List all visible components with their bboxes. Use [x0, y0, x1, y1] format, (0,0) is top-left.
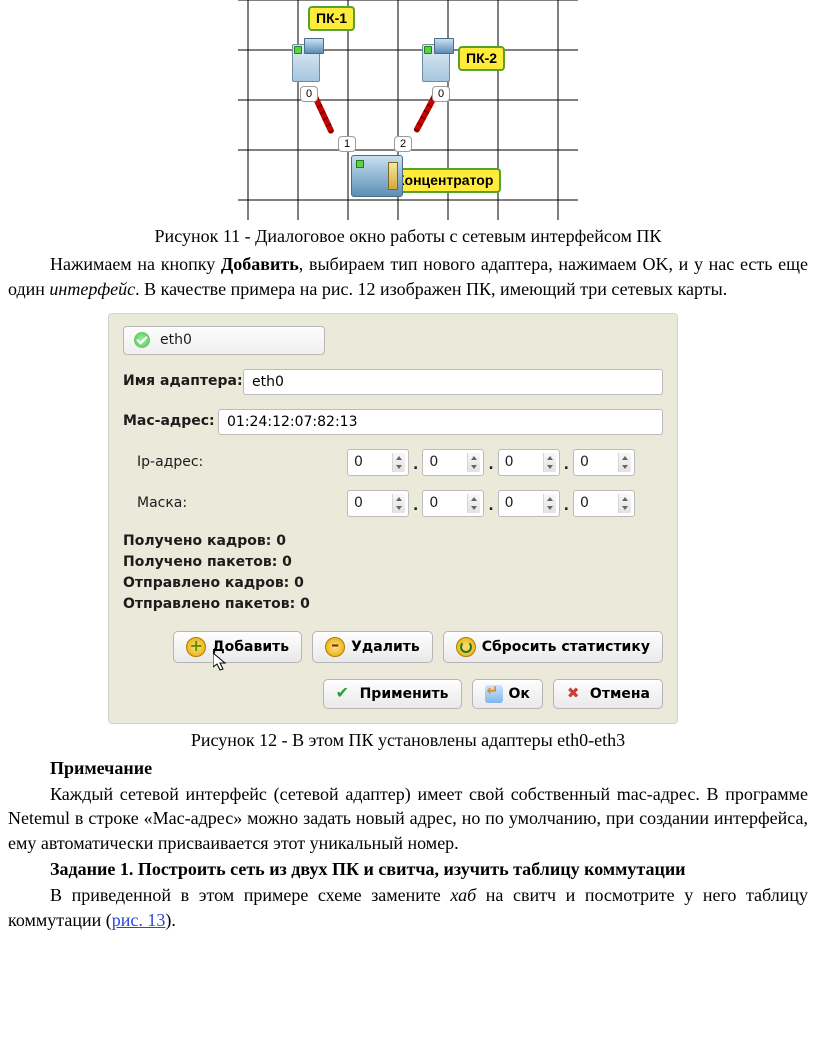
ok-icon: [485, 685, 503, 703]
text: В приведенной в этом примере схеме замен…: [50, 885, 450, 905]
cancel-icon: [566, 685, 584, 703]
task-body: В приведенной в этом примере схеме замен…: [8, 883, 808, 932]
check-icon: [134, 332, 150, 348]
add-button[interactable]: Добавить: [173, 631, 302, 663]
note-body: Каждый сетевой интерфейс (сетевой адапте…: [8, 782, 808, 855]
figure-11-network-diagram: ПК-1 ПК-2 Концентратор 0 0 1 2: [238, 0, 578, 220]
port-pc1: 0: [300, 86, 318, 102]
stat-packets-in: Получено пакетов: 0: [123, 552, 663, 573]
hub-label: Концентратор: [388, 168, 501, 193]
mac-input[interactable]: [218, 409, 663, 435]
mask-label: Маска:: [137, 494, 237, 513]
note-heading: Примечание: [8, 756, 808, 780]
text: ).: [165, 910, 176, 930]
pc1-icon: [288, 38, 324, 86]
button-label: Ок: [509, 686, 530, 702]
interface-dialog: eth0 Имя адаптера: Mac-адрес: Ip-адрес: …: [108, 313, 678, 724]
paragraph-1: Нажимаем на кнопку Добавить, выбираем ти…: [8, 252, 808, 301]
mask-octet-3[interactable]: 0: [498, 490, 560, 517]
port-hub-1: 1: [338, 136, 356, 152]
stat-frames-out: Отправлено кадров: 0: [123, 573, 663, 594]
tab-label: eth0: [160, 331, 192, 350]
ip-octet-3[interactable]: 0: [498, 449, 560, 476]
ip-label: Ip-адрес:: [137, 453, 237, 472]
adapter-name-label: Имя адаптера:: [123, 372, 243, 391]
port-hub-2: 2: [394, 136, 412, 152]
ip-octet-1[interactable]: 0: [347, 449, 409, 476]
text: Нажимаем на кнопку: [50, 254, 221, 274]
ip-octet-2[interactable]: 0: [422, 449, 484, 476]
cancel-button[interactable]: Отмена: [553, 679, 663, 709]
mask-octet-2[interactable]: 0: [422, 490, 484, 517]
button-label: Сбросить статистику: [482, 639, 650, 655]
figure-13-link[interactable]: рис. 13: [112, 910, 166, 930]
reset-stats-button[interactable]: Сбросить статистику: [443, 631, 663, 663]
figure-12-caption: Рисунок 12 - В этом ПК установлены адапт…: [8, 728, 808, 752]
mask-octet-1[interactable]: 0: [347, 490, 409, 517]
button-label: Отмена: [590, 686, 650, 702]
ok-button[interactable]: Ок: [472, 679, 543, 709]
text-bold: Добавить: [221, 254, 299, 274]
pc2-icon: [418, 38, 454, 86]
minus-icon: [325, 637, 345, 657]
stats-block: Получено кадров: 0 Получено пакетов: 0 О…: [123, 531, 663, 615]
stat-frames-in: Получено кадров: 0: [123, 531, 663, 552]
port-pc2: 0: [432, 86, 450, 102]
button-label: Применить: [360, 686, 449, 702]
ip-octet-4[interactable]: 0: [573, 449, 635, 476]
task-heading: Задание 1. Построить сеть из двух ПК и с…: [8, 857, 808, 881]
figure-11-caption: Рисунок 11 - Диалоговое окно работы с се…: [8, 224, 808, 248]
stat-packets-out: Отправлено пакетов: 0: [123, 594, 663, 615]
text-italic: интерфейс: [49, 279, 135, 299]
button-label: Добавить: [212, 639, 289, 655]
reset-icon: [456, 637, 476, 657]
hub-icon: [351, 155, 403, 197]
plus-icon: [186, 637, 206, 657]
mask-octet-4[interactable]: 0: [573, 490, 635, 517]
mac-label: Mac-адрес:: [123, 412, 218, 431]
check-icon: [336, 685, 354, 703]
text-italic: хаб: [450, 885, 476, 905]
pc1-label: ПК-1: [308, 6, 355, 31]
text: . В качестве примера на рис. 12 изображе…: [135, 279, 727, 299]
button-label: Удалить: [351, 639, 420, 655]
apply-button[interactable]: Применить: [323, 679, 462, 709]
delete-button[interactable]: Удалить: [312, 631, 433, 663]
interface-tab-eth0[interactable]: eth0: [123, 326, 325, 355]
adapter-name-input[interactable]: [243, 369, 663, 395]
pc2-label: ПК-2: [458, 46, 505, 71]
